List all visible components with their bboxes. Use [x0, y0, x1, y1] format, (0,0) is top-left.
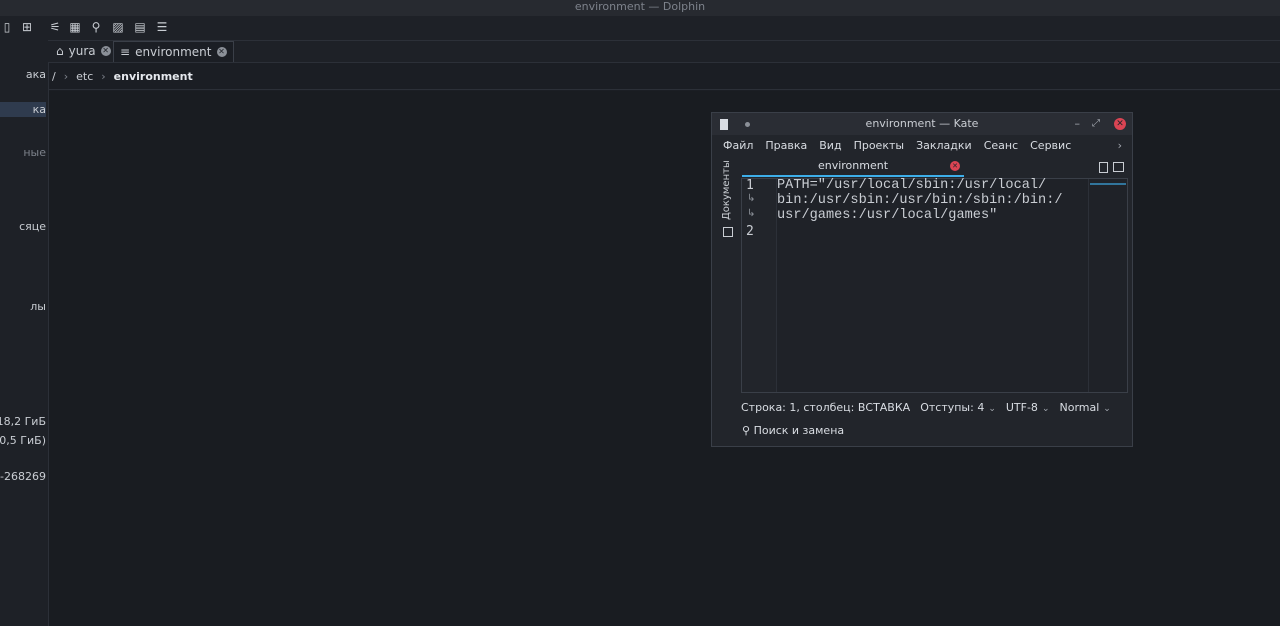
encoding-setting[interactable]: UTF-8 ⌄ [1006, 399, 1050, 417]
split-view-icon[interactable]: ▯ [0, 20, 14, 34]
statusbar: Строка: 1, столбец: ВСТАВКА Отступы: 4 ⌄ … [741, 399, 1129, 417]
calculator-icon[interactable]: ▦ [68, 20, 82, 34]
documents-tab[interactable]: Документы [721, 160, 732, 226]
pin-icon[interactable] [745, 122, 750, 127]
home-icon: ⌂ [56, 44, 64, 58]
mode-label: Normal [1059, 401, 1100, 414]
search-replace-button[interactable]: ⚲ Поиск и замена [742, 424, 844, 437]
new-document-icon[interactable] [1099, 162, 1108, 173]
editor-area[interactable]: 1 ↳ ↳ 2 PATH="/usr/local/sbin:/usr/local… [741, 178, 1128, 393]
minimize-icon[interactable]: – [1075, 113, 1081, 135]
tab-bar: ⌂ yura ✕ ≡ environment ✕ [48, 41, 1280, 63]
sidebar-item[interactable]: лы [30, 300, 46, 313]
document-tab[interactable]: environment ✕ [742, 158, 964, 177]
maximize-icon[interactable]: ⤢ [1092, 113, 1100, 135]
terminal-icon[interactable]: ⚟ [48, 20, 62, 34]
wrap-indicator-icon: ↳ [747, 208, 756, 219]
sidebar-section-header: ные [23, 146, 46, 159]
code-text[interactable]: PATH="/usr/local/sbin:/usr/local/bin:/us… [777, 178, 1087, 223]
chevron-down-icon: ⌄ [988, 404, 996, 414]
places-sidebar: ака ка ные сяце лы 118,2 ГиБ 40,5 ГиБ) -… [0, 16, 49, 626]
sidebar-item[interactable]: ака [26, 68, 46, 81]
code-line: usr/games:/usr/local/games" [777, 208, 998, 223]
sidebar-device[interactable]: 118,2 ГиБ [0, 415, 46, 428]
close-icon[interactable]: ✕ [100, 46, 111, 56]
menu-edit[interactable]: Правка [765, 136, 807, 156]
indent-setting[interactable]: Отступы: 4 ⌄ [920, 399, 996, 417]
line-gutter: 1 ↳ ↳ 2 [742, 178, 777, 392]
search-icon: ⚲ [742, 424, 751, 437]
documents-icon [723, 227, 733, 237]
encoding-label: UTF-8 [1005, 401, 1038, 414]
sidebar-item[interactable]: сяце [19, 220, 46, 233]
kate-titlebar: environment — Kate – ⤢ ✕ [712, 113, 1132, 135]
menu-projects[interactable]: Проекты [854, 136, 905, 156]
close-icon[interactable]: ✕ [950, 161, 960, 171]
menu-session[interactable]: Сеанс [984, 136, 1018, 156]
panel-icon[interactable]: ▤ [133, 20, 147, 34]
cursor-position[interactable]: Строка: 1, столбец: ВСТАВКА [741, 399, 910, 417]
document-tab-label: environment [817, 159, 889, 172]
kate-title: environment — Kate [865, 117, 979, 130]
chevron-right-icon: › [63, 69, 69, 83]
chevron-down-icon: ⌄ [1041, 404, 1050, 414]
tab-label: yura [68, 44, 96, 58]
wrap-indicator-icon: ↳ [747, 193, 756, 204]
breadcrumb-segment[interactable]: etc [76, 70, 93, 83]
chevron-right-icon: › [101, 69, 106, 83]
indent-label: Отступы: 4 [920, 401, 985, 414]
chevron-down-icon: ⌄ [1103, 404, 1111, 414]
chevron-right-icon[interactable]: › [1118, 136, 1122, 156]
minimap[interactable] [1088, 179, 1127, 392]
search-replace-label: Поиск и замена [753, 424, 845, 437]
split-view-icon[interactable] [1113, 162, 1124, 172]
sidebar-device[interactable]: -268269 [0, 470, 46, 483]
toolbar: ▯ ⊞ ⚟ ▦ ⚲ ▨ ▤ ☰ [4, 16, 1280, 41]
side-panel-strip: Документы [718, 160, 738, 440]
sidebar-item-selected[interactable]: ка [0, 102, 46, 117]
preview-icon[interactable]: ▨ [111, 20, 125, 34]
code-line: bin:/usr/sbin:/usr/bin:/sbin:/bin:/ [777, 193, 1063, 208]
tab-environment[interactable]: ≡ environment ✕ [113, 41, 234, 62]
mode-setting[interactable]: Normal ⌄ [1059, 399, 1110, 417]
document-icon [720, 119, 728, 130]
tab-label: environment [135, 45, 212, 59]
breadcrumb: / › etc › environment [48, 63, 1280, 90]
tab-yura[interactable]: ⌂ yura ✕ [50, 41, 117, 61]
window-title: environment — Dolphin [574, 0, 706, 13]
close-icon[interactable]: ✕ [216, 47, 227, 57]
breadcrumb-current[interactable]: environment [114, 70, 193, 83]
menu-view[interactable]: Вид [819, 136, 841, 156]
menu-icon[interactable]: ☰ [155, 20, 169, 34]
code-line: PATH="/usr/local/sbin:/usr/local/ [777, 178, 1047, 193]
menu-tools[interactable]: Сервис [1030, 136, 1071, 156]
line-number: 1 [746, 178, 754, 193]
menu-file[interactable]: Файл [723, 136, 753, 156]
file-icon: ≡ [120, 45, 131, 59]
breadcrumb-root[interactable]: / [52, 70, 56, 83]
search-icon[interactable]: ⚲ [89, 20, 103, 34]
kate-window: environment — Kate – ⤢ ✕ Файл Правка Вид… [711, 112, 1133, 447]
minimap-marker [1090, 183, 1126, 185]
sidebar-device[interactable]: 40,5 ГиБ) [0, 434, 46, 447]
menu-bookmarks[interactable]: Закладки [916, 136, 972, 156]
kate-menubar: Файл Правка Вид Проекты Закладки Сеанс С… [712, 136, 1132, 156]
tree-view-icon[interactable]: ⊞ [20, 20, 34, 34]
line-number: 2 [746, 224, 754, 239]
window-titlebar: environment — Dolphin [0, 0, 1280, 16]
document-tabbar: environment ✕ [742, 158, 1128, 177]
close-icon[interactable]: ✕ [1114, 118, 1126, 130]
